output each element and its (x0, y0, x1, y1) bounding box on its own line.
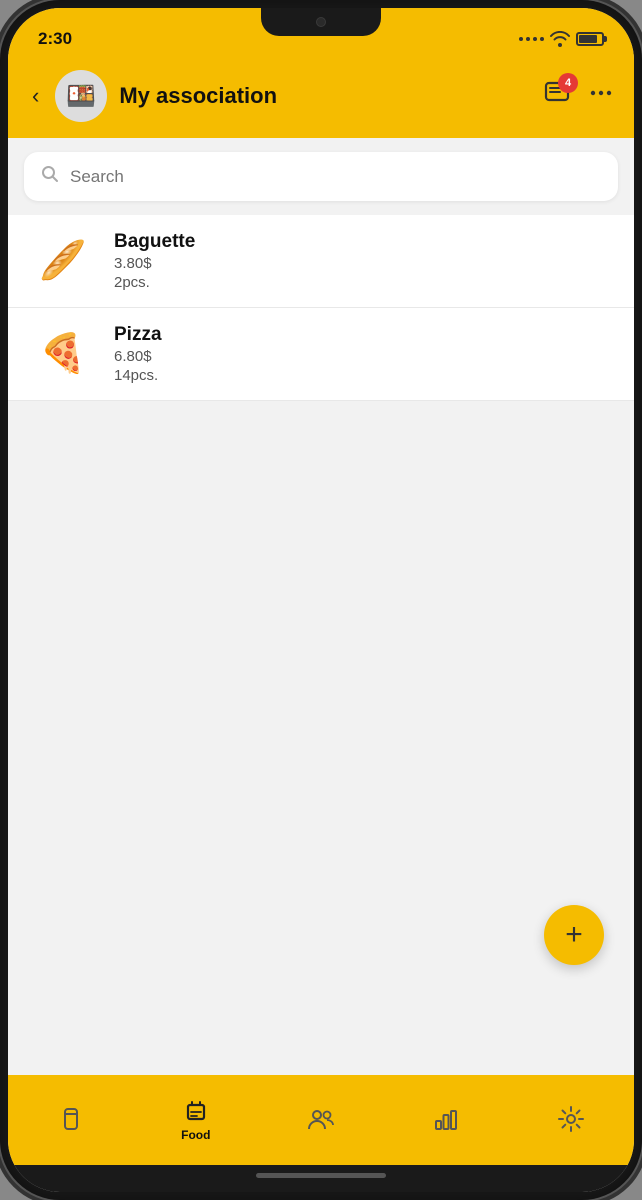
item-quantity: 14pcs. (114, 367, 162, 384)
drinks-icon (57, 1105, 85, 1133)
page-title: My association (119, 83, 532, 109)
table-row[interactable]: 🥖 Baguette 3.80$ 2pcs. (8, 215, 634, 308)
item-image-pizza: 🍕 (28, 324, 98, 384)
food-icon (182, 1097, 210, 1125)
add-button[interactable]: + (544, 905, 604, 965)
sidebar-item-stats[interactable] (384, 1105, 509, 1133)
item-quantity: 2pcs. (114, 274, 195, 291)
main-content: 🥖 Baguette 3.80$ 2pcs. 🍕 Pizza 6 (8, 138, 634, 1075)
home-bar (256, 1173, 386, 1178)
item-price: 6.80$ (114, 348, 162, 365)
more-options-button[interactable] (588, 80, 614, 112)
item-name: Baguette (114, 231, 195, 253)
search-container (24, 152, 618, 201)
table-row[interactable]: 🍕 Pizza 6.80$ 14pcs. (8, 308, 634, 401)
status-icons (519, 31, 604, 47)
food-nav-label: Food (181, 1128, 210, 1142)
sidebar-item-settings[interactable] (509, 1105, 634, 1133)
search-input[interactable] (70, 167, 602, 187)
settings-icon (557, 1105, 585, 1133)
signal-icon (519, 37, 544, 41)
back-button[interactable]: ‹ (28, 79, 43, 113)
bottom-nav: Food (8, 1075, 634, 1165)
sidebar-item-food[interactable]: Food (133, 1097, 258, 1142)
camera (316, 17, 326, 27)
item-image-baguette: 🥖 (28, 231, 98, 291)
sidebar-item-drinks[interactable] (8, 1105, 133, 1133)
phone-frame: 2:30 (0, 0, 642, 1200)
notification-badge: 4 (558, 73, 578, 93)
stats-icon (432, 1105, 460, 1133)
people-icon (307, 1105, 335, 1133)
notification-button[interactable]: 4 (544, 79, 572, 114)
item-name: Pizza (114, 324, 162, 346)
sidebar-item-people[interactable] (258, 1105, 383, 1133)
search-icon (40, 164, 60, 189)
screen: 2:30 (8, 8, 634, 1192)
items-list: 🥖 Baguette 3.80$ 2pcs. 🍕 Pizza 6 (8, 215, 634, 401)
home-indicator (8, 1165, 634, 1192)
status-time: 2:30 (38, 29, 72, 49)
header-actions: 4 (544, 79, 614, 114)
item-details: Baguette 3.80$ 2pcs. (114, 231, 195, 291)
battery-icon (576, 32, 604, 46)
item-details: Pizza 6.80$ 14pcs. (114, 324, 162, 384)
avatar: 🍱 (55, 70, 107, 122)
wifi-icon (550, 31, 570, 47)
notch (261, 8, 381, 36)
item-price: 3.80$ (114, 255, 195, 272)
app-header: ‹ 🍱 My association 4 (8, 60, 634, 138)
